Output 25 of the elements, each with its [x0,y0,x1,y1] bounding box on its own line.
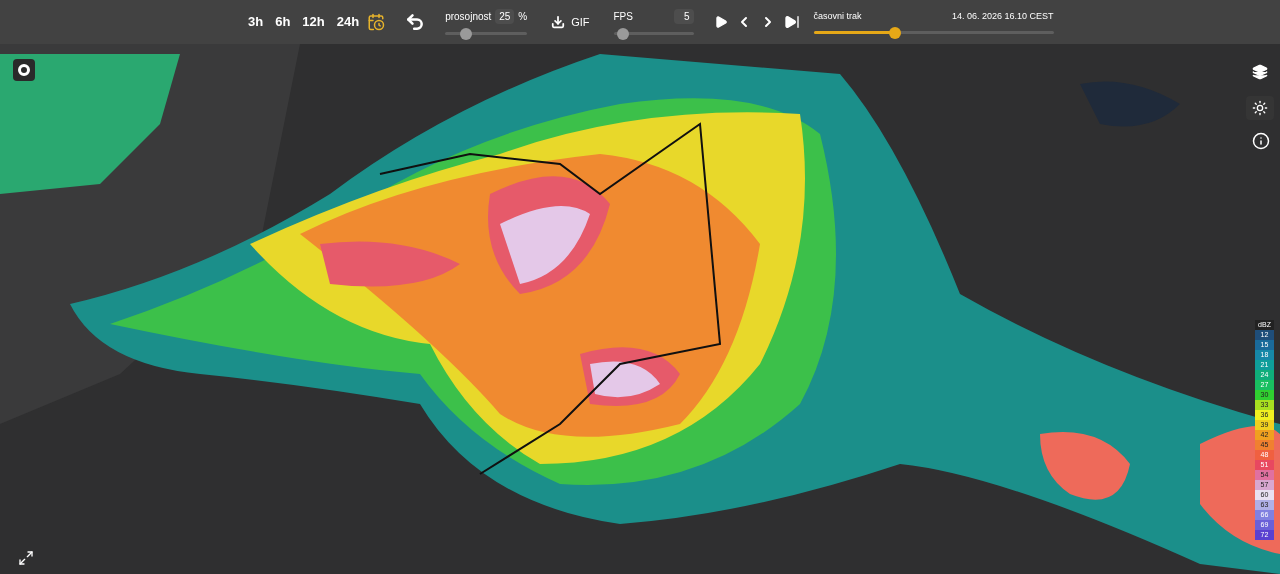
slider-thumb[interactable] [617,27,630,40]
time-range-button[interactable]: 24h [336,12,360,32]
percent-unit: % [518,10,528,24]
info-icon[interactable] [1252,132,1270,150]
skip-to-end-icon[interactable] [783,14,800,30]
slider-thumb[interactable] [889,26,902,39]
download-icon [551,15,566,29]
return-arrow-icon[interactable] [405,12,426,32]
time-range-button[interactable]: 6h [275,12,291,32]
calendar-clock-icon[interactable] [367,13,386,31]
fullscreen-icon[interactable] [18,550,34,566]
time-range-button[interactable]: 12h [302,12,325,32]
gif-download-button[interactable]: GIF [551,13,590,31]
fps-label: FPS [613,10,633,24]
layers-icon[interactable] [1252,64,1268,80]
timeline-label: časovni trak [813,9,862,23]
locate-button[interactable] [13,59,35,81]
opacity-label: prosojnost [445,10,492,24]
time-range-button[interactable]: 3h [248,12,264,32]
timeline-datetime: 14. 06. 2026 16.10 CEST [951,9,1054,23]
opacity-value[interactable]: 25 [495,9,515,24]
slider-thumb[interactable] [459,27,472,40]
play-icon[interactable] [713,15,728,29]
fps-value[interactable]: 5 [673,9,694,24]
brightness-button[interactable] [1246,96,1274,120]
